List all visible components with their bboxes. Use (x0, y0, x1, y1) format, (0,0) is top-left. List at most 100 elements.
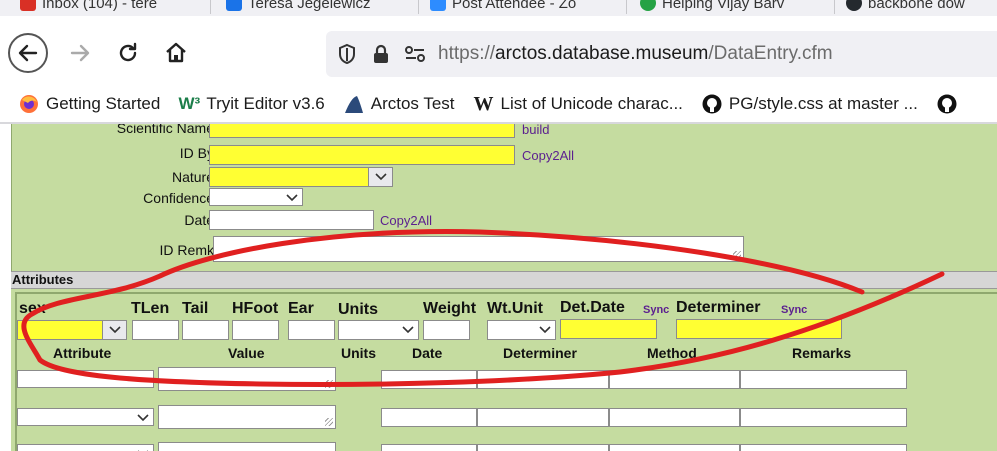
determiner-input[interactable] (676, 319, 842, 339)
confidence-select[interactable] (209, 188, 303, 206)
copy2all-link[interactable]: Copy2All (380, 213, 432, 228)
sex-header: sex (19, 300, 46, 317)
id-by-input[interactable] (209, 145, 515, 165)
lock-icon[interactable] (368, 41, 394, 67)
chevron-down-icon (368, 168, 392, 186)
copy2all-link[interactable]: Copy2All (522, 148, 574, 163)
chevron-down-icon (137, 445, 149, 451)
hfoot-header: HFoot (232, 300, 279, 317)
units-select[interactable] (338, 320, 419, 340)
scientific-name-input[interactable] (209, 124, 515, 138)
wt-unit-select[interactable] (487, 320, 556, 340)
calendar-icon (226, 0, 242, 11)
date-input[interactable] (209, 210, 374, 230)
github-icon (846, 0, 862, 11)
home-button[interactable] (158, 35, 194, 71)
tab-separator (834, 0, 835, 14)
bookmarks-bar: Getting Started W³ Tryit Editor v3.6 Arc… (0, 86, 997, 122)
build-link[interactable]: build (522, 124, 549, 137)
resize-handle-icon[interactable] (325, 418, 333, 426)
attribute-select[interactable] (17, 408, 154, 426)
date-column-header: Date (412, 345, 443, 361)
arrow-right-icon (70, 44, 90, 62)
permissions-icon[interactable] (402, 41, 428, 67)
method-input[interactable] (609, 408, 740, 427)
tab-gmail[interactable]: Inbox (104) - tere (20, 0, 210, 14)
tab-calendar[interactable]: Teresa Jegelewicz (226, 0, 416, 14)
sync-link[interactable]: Sync (781, 304, 807, 316)
determiner-input[interactable] (477, 408, 609, 427)
sex-select[interactable] (17, 320, 127, 340)
tab-label: Helping Vijay Barv (662, 0, 785, 12)
method-input[interactable] (609, 444, 740, 451)
tab-label: Inbox (104) - tere (42, 0, 158, 12)
gmail-icon (20, 0, 36, 11)
scientific-name-label: Scientific Name (116, 124, 214, 136)
remarks-input[interactable] (740, 408, 907, 427)
github-icon (701, 93, 723, 115)
determiner-input[interactable] (477, 444, 609, 451)
tail-header: Tail (182, 300, 209, 317)
remarks-input[interactable] (740, 370, 907, 389)
tlen-input[interactable] (132, 320, 179, 340)
value-textarea[interactable] (158, 405, 336, 429)
tab-strip: Inbox (104) - tere Teresa Jegelewicz Pos… (0, 0, 997, 16)
bookmark-label: Getting Started (46, 94, 161, 113)
bookmark-github-overflow[interactable] (936, 93, 958, 115)
determiner-column-header: Determiner (503, 345, 577, 361)
chevron-down-icon (137, 409, 149, 427)
method-input[interactable] (609, 370, 740, 389)
wikipedia-icon: W (473, 92, 494, 115)
hfoot-input[interactable] (232, 320, 279, 340)
value-textarea[interactable] (158, 367, 336, 391)
bookmark-label: Arctos Test (370, 94, 455, 113)
bookmark-arctos-test[interactable]: Arctos Test (343, 93, 455, 115)
determiner-input[interactable] (477, 370, 609, 389)
attributes-section: sex TLen Tail HFoot Ear Units Weight Wt.… (11, 289, 997, 451)
reload-button[interactable] (110, 35, 146, 71)
remarks-input[interactable] (740, 444, 907, 451)
resize-handle-icon[interactable] (733, 251, 741, 259)
w3schools-icon: W³ (178, 94, 201, 113)
ear-input[interactable] (288, 320, 335, 340)
attribute-select[interactable] (17, 444, 154, 451)
nature-select[interactable] (209, 167, 393, 187)
date-input[interactable] (381, 408, 477, 427)
shield-icon[interactable] (334, 41, 360, 67)
weight-input[interactable] (423, 320, 470, 340)
date-input[interactable] (381, 444, 477, 451)
confidence-label: Confidence (143, 190, 214, 206)
tail-input[interactable] (182, 320, 229, 340)
bookmark-label: Tryit Editor v3.6 (206, 94, 325, 113)
value-column-header: Value (228, 345, 265, 361)
id-remarks-textarea[interactable] (213, 236, 744, 262)
back-button[interactable] (8, 33, 48, 73)
tab-github[interactable]: backbone dow (846, 0, 997, 14)
tab-helping[interactable]: Helping Vijay Barv (640, 0, 830, 14)
bookmark-pg-style[interactable]: PG/style.css at master ... (701, 93, 918, 115)
sync-link[interactable]: Sync (643, 304, 669, 316)
bookmark-getting-started[interactable]: Getting Started (18, 93, 160, 115)
tab-label: Teresa Jegelewicz (248, 0, 371, 12)
navigation-bar: https://arctos.database.museum/DataEntry… (0, 16, 997, 86)
chevron-down-icon (102, 321, 126, 339)
det-date-header: Det.Date (560, 299, 625, 316)
tab-separator (210, 0, 211, 14)
resize-handle-icon[interactable] (325, 380, 333, 388)
bookmark-tryit-editor[interactable]: W³ Tryit Editor v3.6 (178, 93, 324, 115)
det-date-input[interactable] (560, 319, 657, 339)
units-column-header: Units (341, 345, 376, 361)
date-input[interactable] (381, 370, 477, 389)
page-content: Scientific Name build ID By Copy2All Nat… (0, 124, 997, 451)
arrow-left-icon (18, 44, 38, 62)
forward-button[interactable] (62, 35, 98, 71)
attribute-select[interactable] (17, 370, 154, 388)
bookmark-unicode-list[interactable]: W List of Unicode charac... (473, 93, 683, 115)
tab-zoom[interactable]: Post Attendee - Zo (430, 0, 620, 14)
weight-header: Weight (423, 300, 477, 317)
url-text[interactable]: https://arctos.database.museum/DataEntry… (438, 43, 833, 65)
value-textarea[interactable] (158, 442, 336, 451)
url-bar[interactable]: https://arctos.database.museum/DataEntry… (326, 31, 997, 77)
reload-icon (119, 42, 137, 62)
bookmark-label: List of Unicode charac... (500, 94, 683, 113)
